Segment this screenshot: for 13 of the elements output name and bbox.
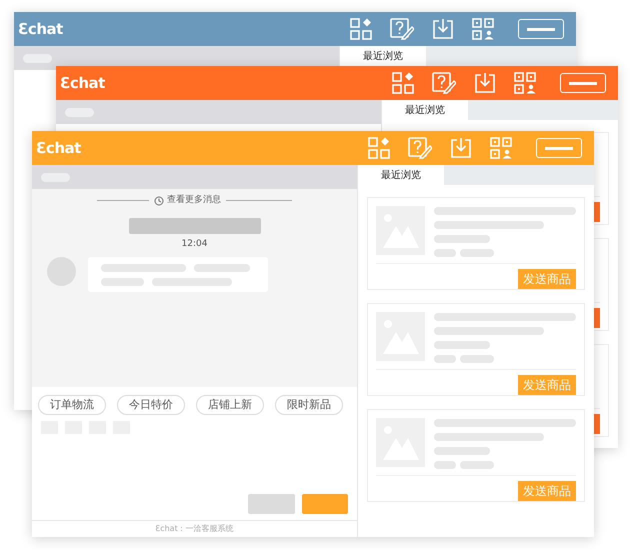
message-time: 12:04: [182, 238, 208, 250]
logo: Ɛchat: [35, 138, 81, 159]
footer-text: Ɛchat：一洽客服系统: [155, 523, 234, 535]
recent-tab[interactable]: 最近浏览: [358, 165, 444, 185]
recent-tab[interactable]: 最近浏览: [340, 46, 426, 66]
quick-reply-chip[interactable]: 限时新品: [275, 395, 343, 415]
quick-reply-chip[interactable]: 订单物流: [38, 395, 106, 415]
logo: Ɛchat: [17, 18, 63, 40]
recent-tab[interactable]: 最近浏览: [382, 100, 468, 120]
logo: Ɛchat: [59, 72, 105, 94]
history-link[interactable]: 查看更多消息: [154, 194, 221, 208]
quick-reply-chip[interactable]: 今日特价: [117, 395, 185, 415]
quick-reply-chip[interactable]: 店铺上新: [196, 395, 264, 415]
